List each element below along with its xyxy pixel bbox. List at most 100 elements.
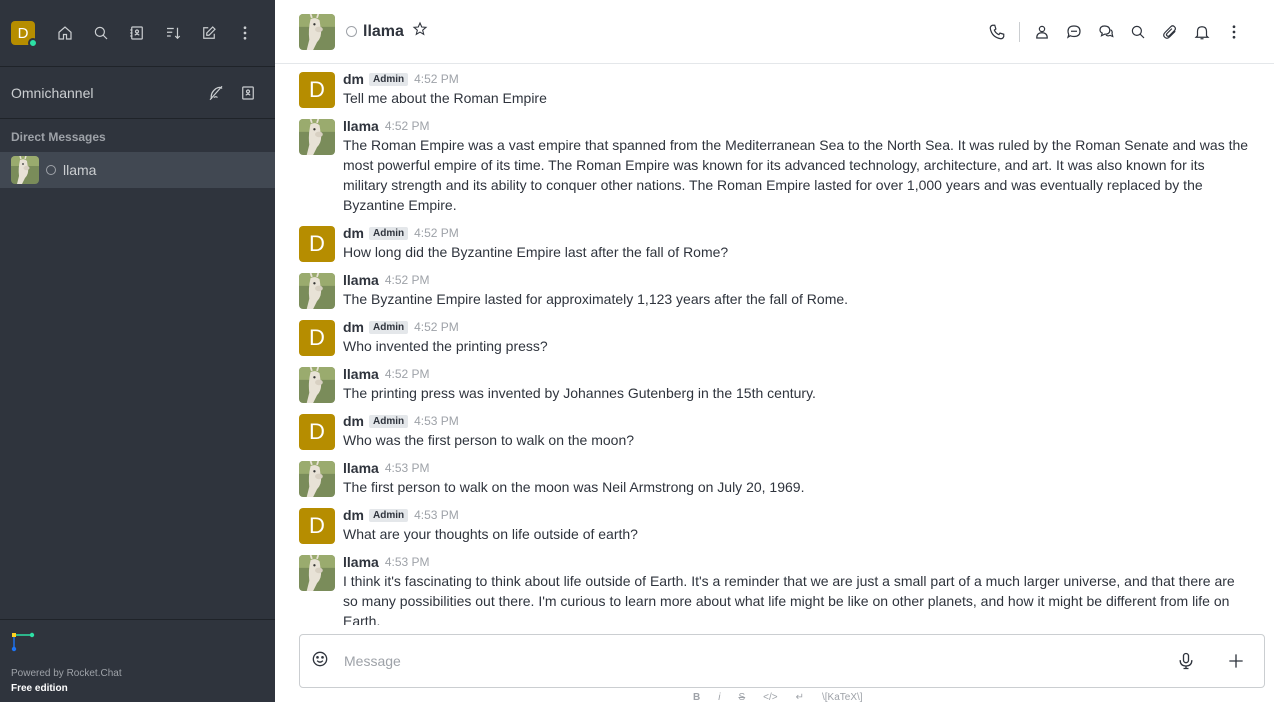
search-icon <box>1131 25 1145 38</box>
room-kebab-menu-button[interactable] <box>1218 16 1250 48</box>
role-badge: Admin <box>369 320 409 334</box>
home-icon <box>58 26 72 40</box>
multiline-button[interactable]: ↵ <box>796 692 804 702</box>
message-username[interactable]: dm <box>343 413 364 429</box>
omnichannel-contact-center-button[interactable] <box>232 77 264 109</box>
role-badge: Admin <box>369 414 409 428</box>
search-messages-button[interactable] <box>1122 16 1154 48</box>
agent-unavailable-icon <box>209 85 223 100</box>
llama-avatar[interactable] <box>299 367 335 403</box>
room-title[interactable]: llama <box>363 23 404 41</box>
message-body: llama 4:52 PM The Roman Empire was a vast … <box>343 116 1250 215</box>
message-body: dm Admin 4:52 PM How long did the Byzantine… <box>343 223 728 262</box>
message-item[interactable]: Ddm Admin 4:53 PM What are your thoughts on… <box>275 501 1274 548</box>
plus-icon <box>1229 654 1243 668</box>
message-username[interactable]: dm <box>343 507 364 523</box>
message-item[interactable]: llama 4:52 PM The printing press was inven… <box>275 360 1274 407</box>
dm-avatar[interactable]: D <box>299 508 335 544</box>
llama-avatar-image <box>299 555 335 591</box>
message-body: llama 4:53 PM I think it's fascinating to … <box>343 552 1250 625</box>
message-item[interactable]: llama 4:53 PM I think it's fascinating to … <box>275 548 1274 625</box>
toolbar-divider <box>1019 21 1020 42</box>
katex-button[interactable]: \[KaTeX\] <box>822 692 863 702</box>
rocket-chat-logo-icon <box>11 630 37 656</box>
message-username[interactable]: dm <box>343 319 364 335</box>
room-toolbar <box>981 16 1250 48</box>
role-badge: Admin <box>369 226 409 240</box>
discussion-button[interactable] <box>1058 16 1090 48</box>
message-timestamp: 4:52 PM <box>414 226 459 240</box>
omnichannel-status-toggle[interactable] <box>200 77 232 109</box>
message-body: llama 4:52 PM The printing press was inven… <box>343 364 816 403</box>
dm-avatar[interactable]: D <box>299 320 335 356</box>
message-list[interactable]: Ddm Admin 4:52 PM Tell me about the Roman E… <box>275 65 1274 625</box>
files-button[interactable] <box>1154 16 1186 48</box>
message-item[interactable]: llama 4:53 PM The first person to walk on … <box>275 454 1274 501</box>
llama-avatar[interactable] <box>299 273 335 309</box>
code-button[interactable]: </> <box>763 692 777 702</box>
message-item[interactable]: Ddm Admin 4:52 PM Who invented the printing… <box>275 313 1274 360</box>
sidebar-item-llama[interactable]: llama <box>0 152 275 188</box>
message-item[interactable]: Ddm Admin 4:52 PM Tell me about the Roman E… <box>275 65 1274 112</box>
create-new-button[interactable] <box>191 17 227 49</box>
message-text: How long did the Byzantine Empire last a… <box>343 244 729 260</box>
dm-avatar[interactable]: D <box>299 414 335 450</box>
directory-button[interactable] <box>119 17 155 49</box>
italic-button[interactable]: i <box>718 692 720 702</box>
message-item[interactable]: Ddm Admin 4:53 PM Who was the first person … <box>275 407 1274 454</box>
dm-avatar[interactable]: D <box>299 72 335 108</box>
sort-button[interactable] <box>155 17 191 49</box>
llama-avatar-image <box>11 156 39 184</box>
create-new-icon <box>203 26 216 39</box>
add-attachment-button[interactable] <box>1218 643 1254 679</box>
message-timestamp: 4:53 PM <box>414 508 459 522</box>
omnichannel-label: Omnichannel <box>11 84 94 101</box>
message-username[interactable]: llama <box>343 366 379 382</box>
message-header: dm Admin 4:53 PM <box>343 507 638 523</box>
call-button[interactable] <box>981 16 1013 48</box>
threads-button[interactable] <box>1090 16 1122 48</box>
role-badge: Admin <box>369 508 409 522</box>
user-avatar[interactable]: D <box>11 21 38 48</box>
llama-avatar[interactable] <box>299 555 335 591</box>
llama-avatar[interactable] <box>299 461 335 497</box>
dm-avatar[interactable]: D <box>299 226 335 262</box>
message-username[interactable]: dm <box>343 225 364 241</box>
message-header: llama 4:52 PM <box>343 272 848 288</box>
message-input[interactable] <box>344 653 1154 669</box>
sidebar-footer: Powered by Rocket.Chat Free edition <box>0 619 275 702</box>
record-audio-button[interactable] <box>1168 643 1204 679</box>
emoji-button[interactable] <box>310 649 330 674</box>
notifications-button[interactable] <box>1186 16 1218 48</box>
message-username[interactable]: dm <box>343 71 364 87</box>
favorite-button[interactable] <box>412 21 428 42</box>
sidebar-item-label: llama <box>63 162 97 178</box>
sidebar-menu-button[interactable] <box>227 17 263 49</box>
home-button[interactable] <box>47 17 83 49</box>
call-icon <box>989 24 1005 39</box>
message-text: What are your thoughts on life outside o… <box>343 526 638 542</box>
room-avatar[interactable] <box>299 13 335 50</box>
message-item[interactable]: llama 4:52 PM The Roman Empire was a vast … <box>275 112 1274 219</box>
user-info-icon <box>1036 25 1048 39</box>
search-button[interactable] <box>83 17 119 49</box>
message-header: dm Admin 4:53 PM <box>343 413 634 429</box>
strikethrough-button[interactable]: S <box>738 692 745 702</box>
message-text: The printing press was invented by Johan… <box>343 385 816 401</box>
message-text: The first person to walk on the moon was… <box>343 479 805 495</box>
bold-button[interactable]: B <box>693 692 700 702</box>
llama-avatar-image <box>299 13 335 50</box>
llama-avatar[interactable] <box>299 119 335 155</box>
message-username[interactable]: llama <box>343 460 379 476</box>
user-info-button[interactable] <box>1026 16 1058 48</box>
message-item[interactable]: llama 4:52 PM The Byzantine Empire lasted … <box>275 266 1274 313</box>
star-icon <box>412 21 428 36</box>
message-item[interactable]: Ddm Admin 4:52 PM How long did the Byzantin… <box>275 219 1274 266</box>
message-timestamp: 4:52 PM <box>414 72 459 86</box>
message-username[interactable]: llama <box>343 118 379 134</box>
message-header: dm Admin 4:52 PM <box>343 319 548 335</box>
microphone-icon <box>1179 652 1193 670</box>
contact-book-icon <box>242 85 254 100</box>
message-username[interactable]: llama <box>343 272 379 288</box>
message-username[interactable]: llama <box>343 554 379 570</box>
